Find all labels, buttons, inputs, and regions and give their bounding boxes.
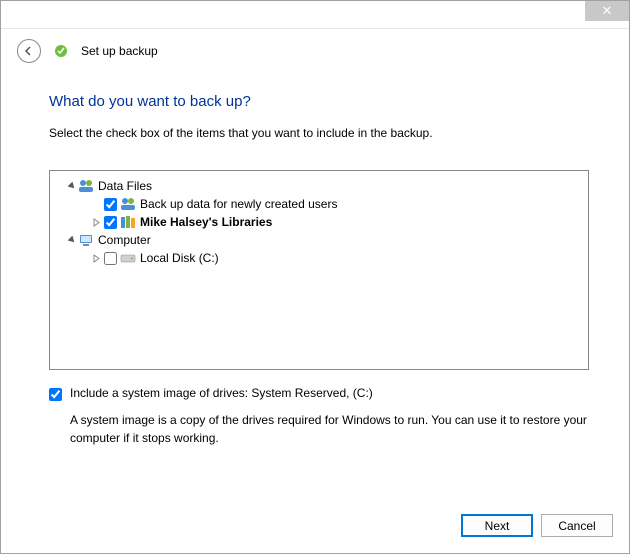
checkbox-local-disk[interactable] (104, 252, 117, 265)
tree-label: Back up data for newly created users (140, 195, 337, 213)
tree-node-new-users[interactable]: ▷ Back up data for newly created users (54, 195, 584, 213)
tree-label: Local Disk (C:) (140, 249, 219, 267)
instruction-text: Select the check box of the items that y… (49, 126, 589, 140)
checkbox-libraries[interactable] (104, 216, 117, 229)
titlebar: ✕ (1, 1, 629, 29)
checkbox-system-image[interactable] (49, 388, 62, 401)
tree-node-local-disk[interactable]: Local Disk (C:) (54, 249, 584, 267)
close-icon: ✕ (602, 3, 613, 19)
tree-node-computer[interactable]: Computer (54, 231, 584, 249)
expand-icon[interactable] (90, 218, 102, 227)
expand-icon[interactable] (90, 254, 102, 263)
tree-label: Computer (98, 231, 151, 249)
system-image-description: A system image is a copy of the drives r… (49, 411, 589, 447)
libraries-icon (120, 214, 136, 230)
drive-icon (120, 250, 136, 266)
computer-icon (78, 232, 94, 248)
backup-wizard-window: ✕ Set up backup What do you want to back… (0, 0, 630, 554)
page-heading: What do you want to back up? (49, 93, 589, 110)
content-area: What do you want to back up? Select the … (1, 75, 629, 500)
next-button[interactable]: Next (461, 514, 533, 537)
collapse-icon[interactable] (66, 182, 78, 191)
users-icon (120, 196, 136, 212)
backup-tree[interactable]: Data Files ▷ Back up data for newly crea… (49, 170, 589, 370)
collapse-icon[interactable] (66, 236, 78, 245)
back-button[interactable] (17, 39, 41, 63)
button-bar: Next Cancel (1, 500, 629, 553)
header-title: Set up backup (81, 44, 158, 58)
checkbox-new-users[interactable] (104, 198, 117, 211)
header: Set up backup (1, 29, 629, 75)
close-button[interactable]: ✕ (585, 1, 629, 21)
cancel-button[interactable]: Cancel (541, 514, 613, 537)
system-image-label: Include a system image of drives: System… (70, 386, 373, 400)
tree-node-libraries[interactable]: Mike Halsey's Libraries (54, 213, 584, 231)
tree-label: Data Files (98, 177, 152, 195)
back-arrow-icon (23, 45, 35, 57)
users-icon (78, 178, 94, 194)
tree-node-data-files[interactable]: Data Files (54, 177, 584, 195)
backup-icon (53, 43, 69, 59)
tree-label: Mike Halsey's Libraries (140, 213, 272, 231)
system-image-option: Include a system image of drives: System… (49, 386, 589, 401)
